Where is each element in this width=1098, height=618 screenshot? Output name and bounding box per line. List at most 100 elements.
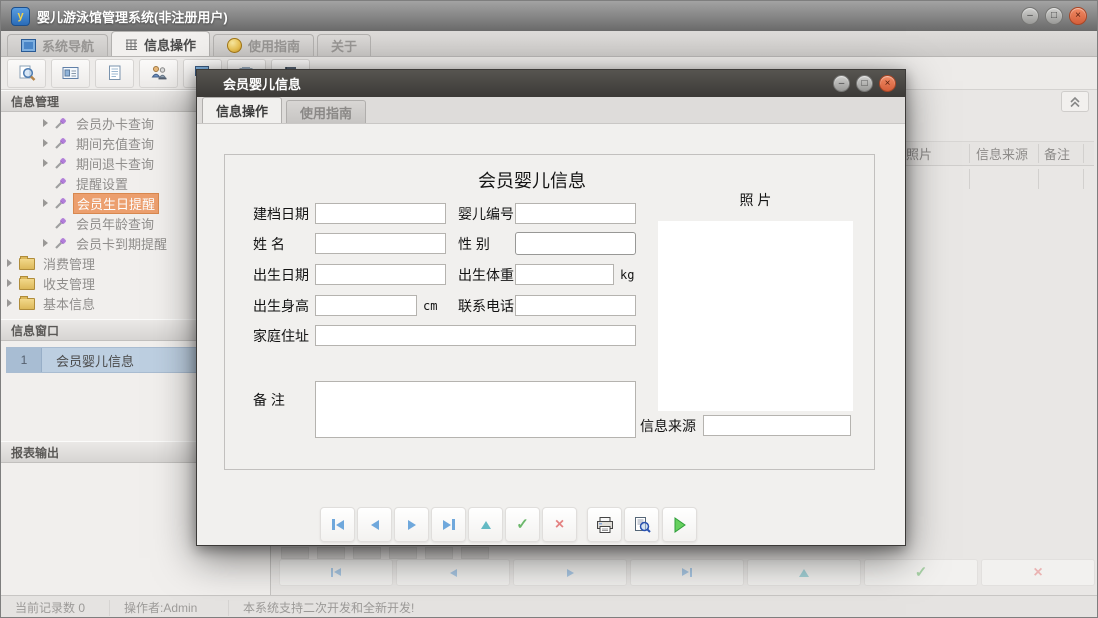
dialog-tab-user-guide[interactable]: 使用指南 bbox=[286, 100, 366, 123]
title-bar: y 婴儿游泳馆管理系统(非注册用户) – □ × bbox=[1, 1, 1097, 31]
list-item-label: 会员婴儿信息 bbox=[42, 351, 134, 370]
grid-column-source[interactable]: 信息来源 bbox=[976, 142, 1028, 167]
close-button[interactable]: × bbox=[1069, 7, 1087, 25]
file-date-input[interactable] bbox=[315, 203, 446, 224]
member-baby-info-dialog: 会员婴儿信息 – □ × 信息操作 使用指南 会员婴儿信息 建档日期 婴儿编号 … bbox=[196, 69, 906, 546]
baby-no-input[interactable] bbox=[515, 203, 636, 224]
dialog-tab-bar: 信息操作 使用指南 bbox=[197, 97, 905, 124]
nav-cancel-button[interactable]: × bbox=[981, 559, 1095, 586]
wand-icon bbox=[53, 176, 68, 190]
dialog-minimize-button[interactable]: – bbox=[833, 75, 850, 92]
tree-item-label: 期间充值查询 bbox=[73, 133, 157, 154]
grid-column-photo[interactable]: 照片 bbox=[906, 142, 932, 167]
nav-post-button[interactable]: ✓ bbox=[864, 559, 978, 586]
dialog-nav-post-button[interactable]: ✓ bbox=[505, 507, 540, 542]
dialog-title-bar: 会员婴儿信息 – □ × bbox=[197, 70, 905, 97]
column-separator bbox=[969, 169, 970, 189]
main-record-navigator: ✓ × bbox=[279, 559, 1095, 586]
dialog-run-button[interactable] bbox=[662, 507, 697, 542]
expand-arrow-icon[interactable] bbox=[43, 119, 48, 127]
phone-input[interactable] bbox=[515, 295, 636, 316]
tab-label: 关于 bbox=[331, 36, 357, 55]
search-icon bbox=[18, 65, 36, 81]
main-tab-bar: 系统导航 信息操作 使用指南 关于 bbox=[1, 31, 1097, 57]
expand-arrow-icon[interactable] bbox=[7, 299, 12, 307]
tab-label: 使用指南 bbox=[248, 36, 300, 55]
search-button[interactable] bbox=[7, 59, 46, 88]
printer-icon bbox=[596, 517, 614, 533]
document-button[interactable] bbox=[95, 59, 134, 88]
dialog-print-button[interactable] bbox=[587, 507, 622, 542]
expand-arrow-icon[interactable] bbox=[7, 279, 12, 287]
height-unit-label: cm bbox=[423, 295, 437, 317]
column-separator bbox=[1083, 169, 1084, 189]
birth-weight-label: 出生体重 bbox=[458, 264, 514, 286]
list-item-index: 1 bbox=[7, 348, 42, 372]
cancel-icon: × bbox=[555, 517, 564, 533]
wand-icon bbox=[53, 116, 68, 130]
dialog-title: 会员婴儿信息 bbox=[223, 74, 301, 93]
window-icon bbox=[21, 39, 36, 52]
card-icon bbox=[62, 65, 80, 81]
gender-combo[interactable] bbox=[515, 232, 636, 255]
name-label: 姓 名 bbox=[253, 233, 285, 255]
dialog-tab-info-operation[interactable]: 信息操作 bbox=[202, 97, 282, 123]
tree-item-label: 会员生日提醒 bbox=[73, 193, 159, 214]
dialog-print-preview-button[interactable] bbox=[624, 507, 659, 542]
dialog-nav-next-button[interactable] bbox=[394, 507, 429, 542]
phone-label: 联系电话 bbox=[458, 295, 514, 317]
address-input[interactable] bbox=[315, 325, 636, 346]
dialog-nav-up-button[interactable] bbox=[468, 507, 503, 542]
address-label: 家庭住址 bbox=[253, 325, 309, 347]
birth-date-input[interactable] bbox=[315, 264, 446, 285]
dialog-nav-first-button[interactable] bbox=[320, 507, 355, 542]
tree-item-label: 提醒设置 bbox=[73, 173, 131, 194]
expand-arrow-icon[interactable] bbox=[43, 139, 48, 147]
wand-icon bbox=[53, 136, 68, 150]
expand-arrow-icon[interactable] bbox=[43, 199, 48, 207]
chevron-double-up-icon bbox=[1069, 96, 1081, 108]
minimize-button[interactable]: – bbox=[1021, 7, 1039, 25]
source-label: 信息来源 bbox=[640, 415, 696, 437]
baby-no-label: 婴儿编号 bbox=[458, 203, 514, 225]
dialog-maximize-button[interactable]: □ bbox=[856, 75, 873, 92]
maximize-button[interactable]: □ bbox=[1045, 7, 1063, 25]
cancel-icon: × bbox=[1033, 565, 1042, 581]
nav-up-button[interactable] bbox=[747, 559, 861, 586]
collapse-panel-button[interactable] bbox=[1061, 91, 1089, 112]
expand-arrow-icon[interactable] bbox=[43, 239, 48, 247]
nav-last-button[interactable] bbox=[630, 559, 744, 586]
tree-item-label: 会员年龄查询 bbox=[73, 213, 157, 234]
photo-placeholder bbox=[658, 221, 853, 411]
source-input[interactable] bbox=[703, 415, 851, 436]
print-preview-icon bbox=[633, 517, 651, 533]
tree-item-label: 基本信息 bbox=[40, 293, 98, 314]
tab-info-operation[interactable]: 信息操作 bbox=[111, 31, 210, 56]
grid-column-remarks[interactable]: 备注 bbox=[1044, 142, 1070, 167]
tree-item-label: 消费管理 bbox=[40, 253, 98, 274]
wand-icon bbox=[53, 236, 68, 250]
tree-item-label: 期间退卡查询 bbox=[73, 153, 157, 174]
tab-about[interactable]: 关于 bbox=[317, 34, 371, 56]
dialog-nav-cancel-button[interactable]: × bbox=[542, 507, 577, 542]
remarks-textarea[interactable] bbox=[315, 381, 636, 438]
nav-prior-button[interactable] bbox=[396, 559, 510, 586]
status-message: 本系统支持二次开发和全新开发! bbox=[229, 600, 428, 616]
dialog-nav-prior-button[interactable] bbox=[357, 507, 392, 542]
expand-arrow-icon[interactable] bbox=[43, 159, 48, 167]
name-input[interactable] bbox=[315, 233, 446, 254]
tab-user-guide[interactable]: 使用指南 bbox=[213, 34, 314, 56]
card-view-button[interactable] bbox=[51, 59, 90, 88]
birth-height-label: 出生身高 bbox=[253, 295, 309, 317]
file-date-label: 建档日期 bbox=[253, 203, 309, 225]
dialog-nav-last-button[interactable] bbox=[431, 507, 466, 542]
nav-next-button[interactable] bbox=[513, 559, 627, 586]
nav-first-button[interactable] bbox=[279, 559, 393, 586]
dialog-close-button[interactable]: × bbox=[879, 75, 896, 92]
coin-icon bbox=[227, 38, 242, 53]
tab-system-nav[interactable]: 系统导航 bbox=[7, 34, 108, 56]
birth-height-input[interactable] bbox=[315, 295, 417, 316]
expand-arrow-icon[interactable] bbox=[7, 259, 12, 267]
users-button[interactable] bbox=[139, 59, 178, 88]
birth-weight-input[interactable] bbox=[515, 264, 614, 285]
